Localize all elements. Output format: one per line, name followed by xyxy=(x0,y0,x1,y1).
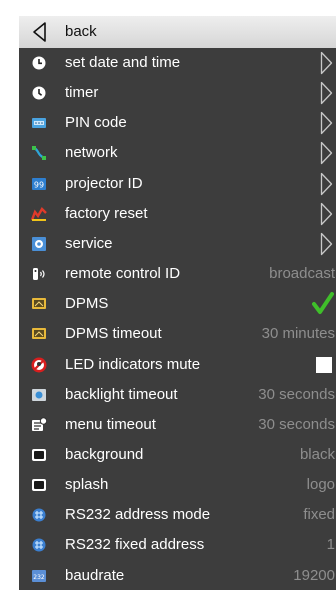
menu-item-label: RS232 fixed address xyxy=(65,536,205,554)
menu-item-dpms-timeout[interactable]: DPMS timeout 30 minutes xyxy=(19,319,336,349)
dpms-icon xyxy=(32,298,46,310)
menu-item-label: background xyxy=(65,445,144,463)
menu-item-label: PIN code xyxy=(65,114,127,132)
checkbox[interactable] xyxy=(316,356,332,373)
menu-item-network[interactable]: network xyxy=(19,138,336,168)
menu-item-remote-control-id[interactable]: remote control ID broadcast xyxy=(19,259,336,289)
menu-item-label: remote control ID xyxy=(65,265,181,283)
settings-menu: back set date and time timer PIN code netwo… xyxy=(19,16,336,590)
menu-item-value: 19200 xyxy=(293,566,335,584)
menu-item-label: backlight timeout xyxy=(65,385,178,403)
menu-item-value: 30 seconds xyxy=(258,385,335,403)
menu-item-dpms[interactable]: DPMS xyxy=(19,289,336,319)
factory-reset-icon xyxy=(31,206,47,221)
menu-item-splash[interactable]: splash logo xyxy=(19,470,336,500)
chevron-right-icon xyxy=(320,202,333,225)
projector-id-icon: 99 xyxy=(32,177,46,190)
menu-item-value: fixed xyxy=(303,506,335,524)
chevron-right-icon xyxy=(320,112,333,135)
menu-item-value: 30 minutes xyxy=(261,325,335,343)
menu-item-projector-id[interactable]: 99 projector ID xyxy=(19,169,336,199)
menu-item-timer[interactable]: timer xyxy=(19,78,336,108)
background-icon xyxy=(32,448,46,461)
svg-text:99: 99 xyxy=(34,180,44,189)
menu-item-value: broadcast xyxy=(269,265,335,283)
timer-icon xyxy=(32,86,46,100)
checkmark-icon[interactable] xyxy=(312,291,334,315)
chevron-right-icon xyxy=(320,81,333,105)
menu-item-label: timer xyxy=(65,84,99,102)
menu-item-rs232-fixed-address[interactable]: RS232 fixed address 1 xyxy=(19,530,336,560)
backlight-icon xyxy=(32,388,46,401)
baudrate-icon: 232 xyxy=(32,569,46,582)
menu-item-factory-reset[interactable]: factory reset xyxy=(19,199,336,229)
back-button[interactable]: back xyxy=(19,16,336,48)
chevron-right-icon xyxy=(320,51,333,75)
menu-item-label: factory reset xyxy=(65,204,148,222)
menu-item-value: 1 xyxy=(326,536,335,554)
service-icon xyxy=(32,236,46,251)
menu-item-backlight-timeout[interactable]: backlight timeout 30 seconds xyxy=(19,380,336,410)
menu-item-label: menu timeout xyxy=(65,415,156,433)
menu-item-label: DPMS timeout xyxy=(65,325,162,343)
pin-code-icon xyxy=(32,118,46,129)
menu-item-label: LED indicators mute xyxy=(65,355,201,373)
menu-item-label: DPMS xyxy=(65,295,109,313)
menu-item-led-indicators-mute[interactable]: LED indicators mute xyxy=(19,350,336,380)
menu-item-label: baudrate xyxy=(65,566,125,584)
menu-item-baudrate[interactable]: 232 baudrate 19200 xyxy=(19,561,336,590)
menu-item-menu-timeout[interactable]: menu timeout 30 seconds xyxy=(19,410,336,440)
menu-item-set-date-and-time[interactable]: set date and time xyxy=(19,48,336,78)
menu-item-label: projector ID xyxy=(65,174,143,192)
menu-item-service[interactable]: service xyxy=(19,229,336,259)
chevron-right-icon xyxy=(320,172,333,195)
menu-item-value: logo xyxy=(306,476,335,494)
chevron-right-icon xyxy=(320,142,333,165)
menu-item-label: RS232 address mode xyxy=(65,506,211,524)
back-arrow-icon xyxy=(33,22,46,42)
led-mute-icon xyxy=(31,357,47,372)
menu-item-rs232-address-mode[interactable]: RS232 address mode fixed xyxy=(19,500,336,530)
menu-item-label: set date and time xyxy=(65,54,181,71)
splash-icon xyxy=(32,479,46,492)
menu-item-value: 30 seconds xyxy=(258,415,335,433)
svg-text:232: 232 xyxy=(33,574,45,581)
back-label: back xyxy=(65,23,97,40)
menu-item-value: black xyxy=(299,445,335,463)
menu-timeout-icon xyxy=(32,417,47,431)
rs232-address-icon xyxy=(32,538,46,552)
menu-item-label: service xyxy=(65,234,113,252)
menu-item-pin-code[interactable]: PIN code xyxy=(19,108,336,138)
rs232-mode-icon xyxy=(32,508,46,522)
dpms-timeout-icon xyxy=(32,328,46,340)
menu-item-label: splash xyxy=(65,476,109,494)
remote-control-icon xyxy=(33,268,45,281)
chevron-right-icon xyxy=(320,232,333,256)
menu-item-label: network xyxy=(65,144,118,162)
menu-item-background[interactable]: background black xyxy=(19,440,336,470)
clock-icon xyxy=(32,56,46,70)
network-icon xyxy=(32,146,46,161)
